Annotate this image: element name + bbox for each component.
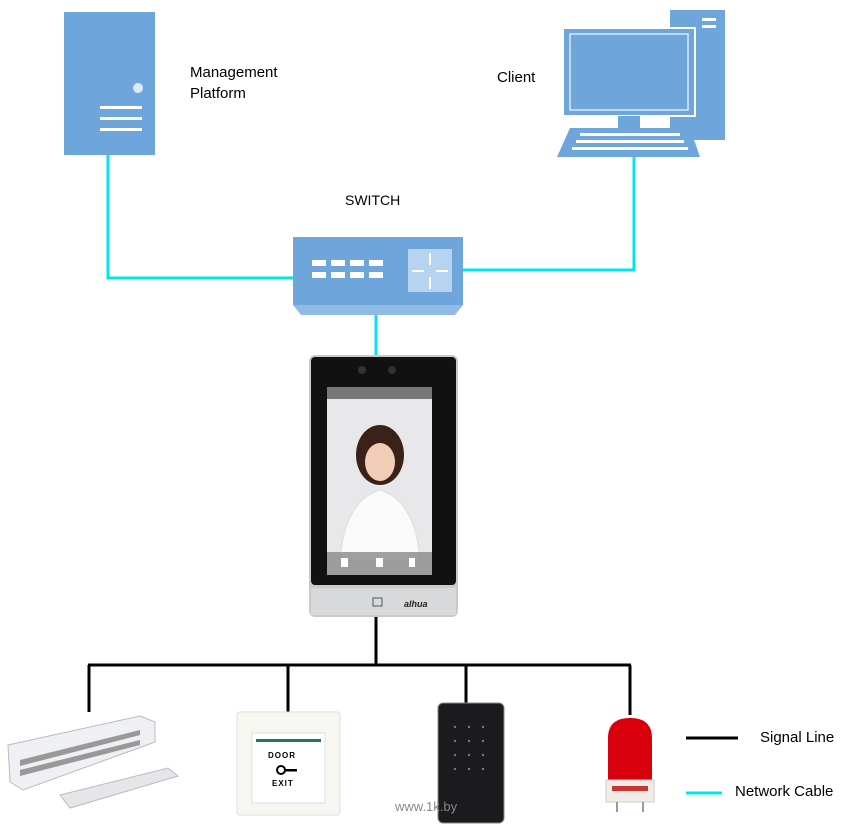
label-line: Management bbox=[190, 64, 278, 81]
exit-button-door-text: DOOR bbox=[268, 751, 296, 760]
network-topology-diagram: Management Platform Client SWITCH alhua … bbox=[0, 0, 856, 834]
switch-label: SWITCH bbox=[345, 192, 401, 208]
face-recognition-terminal bbox=[309, 355, 458, 617]
label-line: Platform bbox=[190, 85, 246, 102]
legend-signal-line-label: Signal Line bbox=[760, 729, 835, 746]
exit-button-exit-text: EXIT bbox=[272, 779, 294, 788]
cable-client-switch bbox=[463, 157, 636, 272]
management-platform-label: Management Platform bbox=[190, 62, 278, 104]
alarm-strobe-light-icon bbox=[605, 718, 655, 812]
cable-platform-switch bbox=[106, 155, 293, 280]
legend-network-cable-label: Network Cable bbox=[735, 783, 834, 800]
watermark: www.1k.by bbox=[395, 799, 458, 814]
brand-logo: alhua bbox=[404, 599, 428, 609]
magnetic-lock-icon bbox=[7, 715, 180, 809]
diagram-canvas bbox=[7, 10, 738, 824]
server-icon bbox=[64, 12, 155, 155]
switch-icon bbox=[293, 237, 463, 315]
client-label: Client bbox=[497, 69, 536, 86]
signal-lines bbox=[87, 617, 632, 715]
client-computer-icon bbox=[557, 10, 725, 157]
